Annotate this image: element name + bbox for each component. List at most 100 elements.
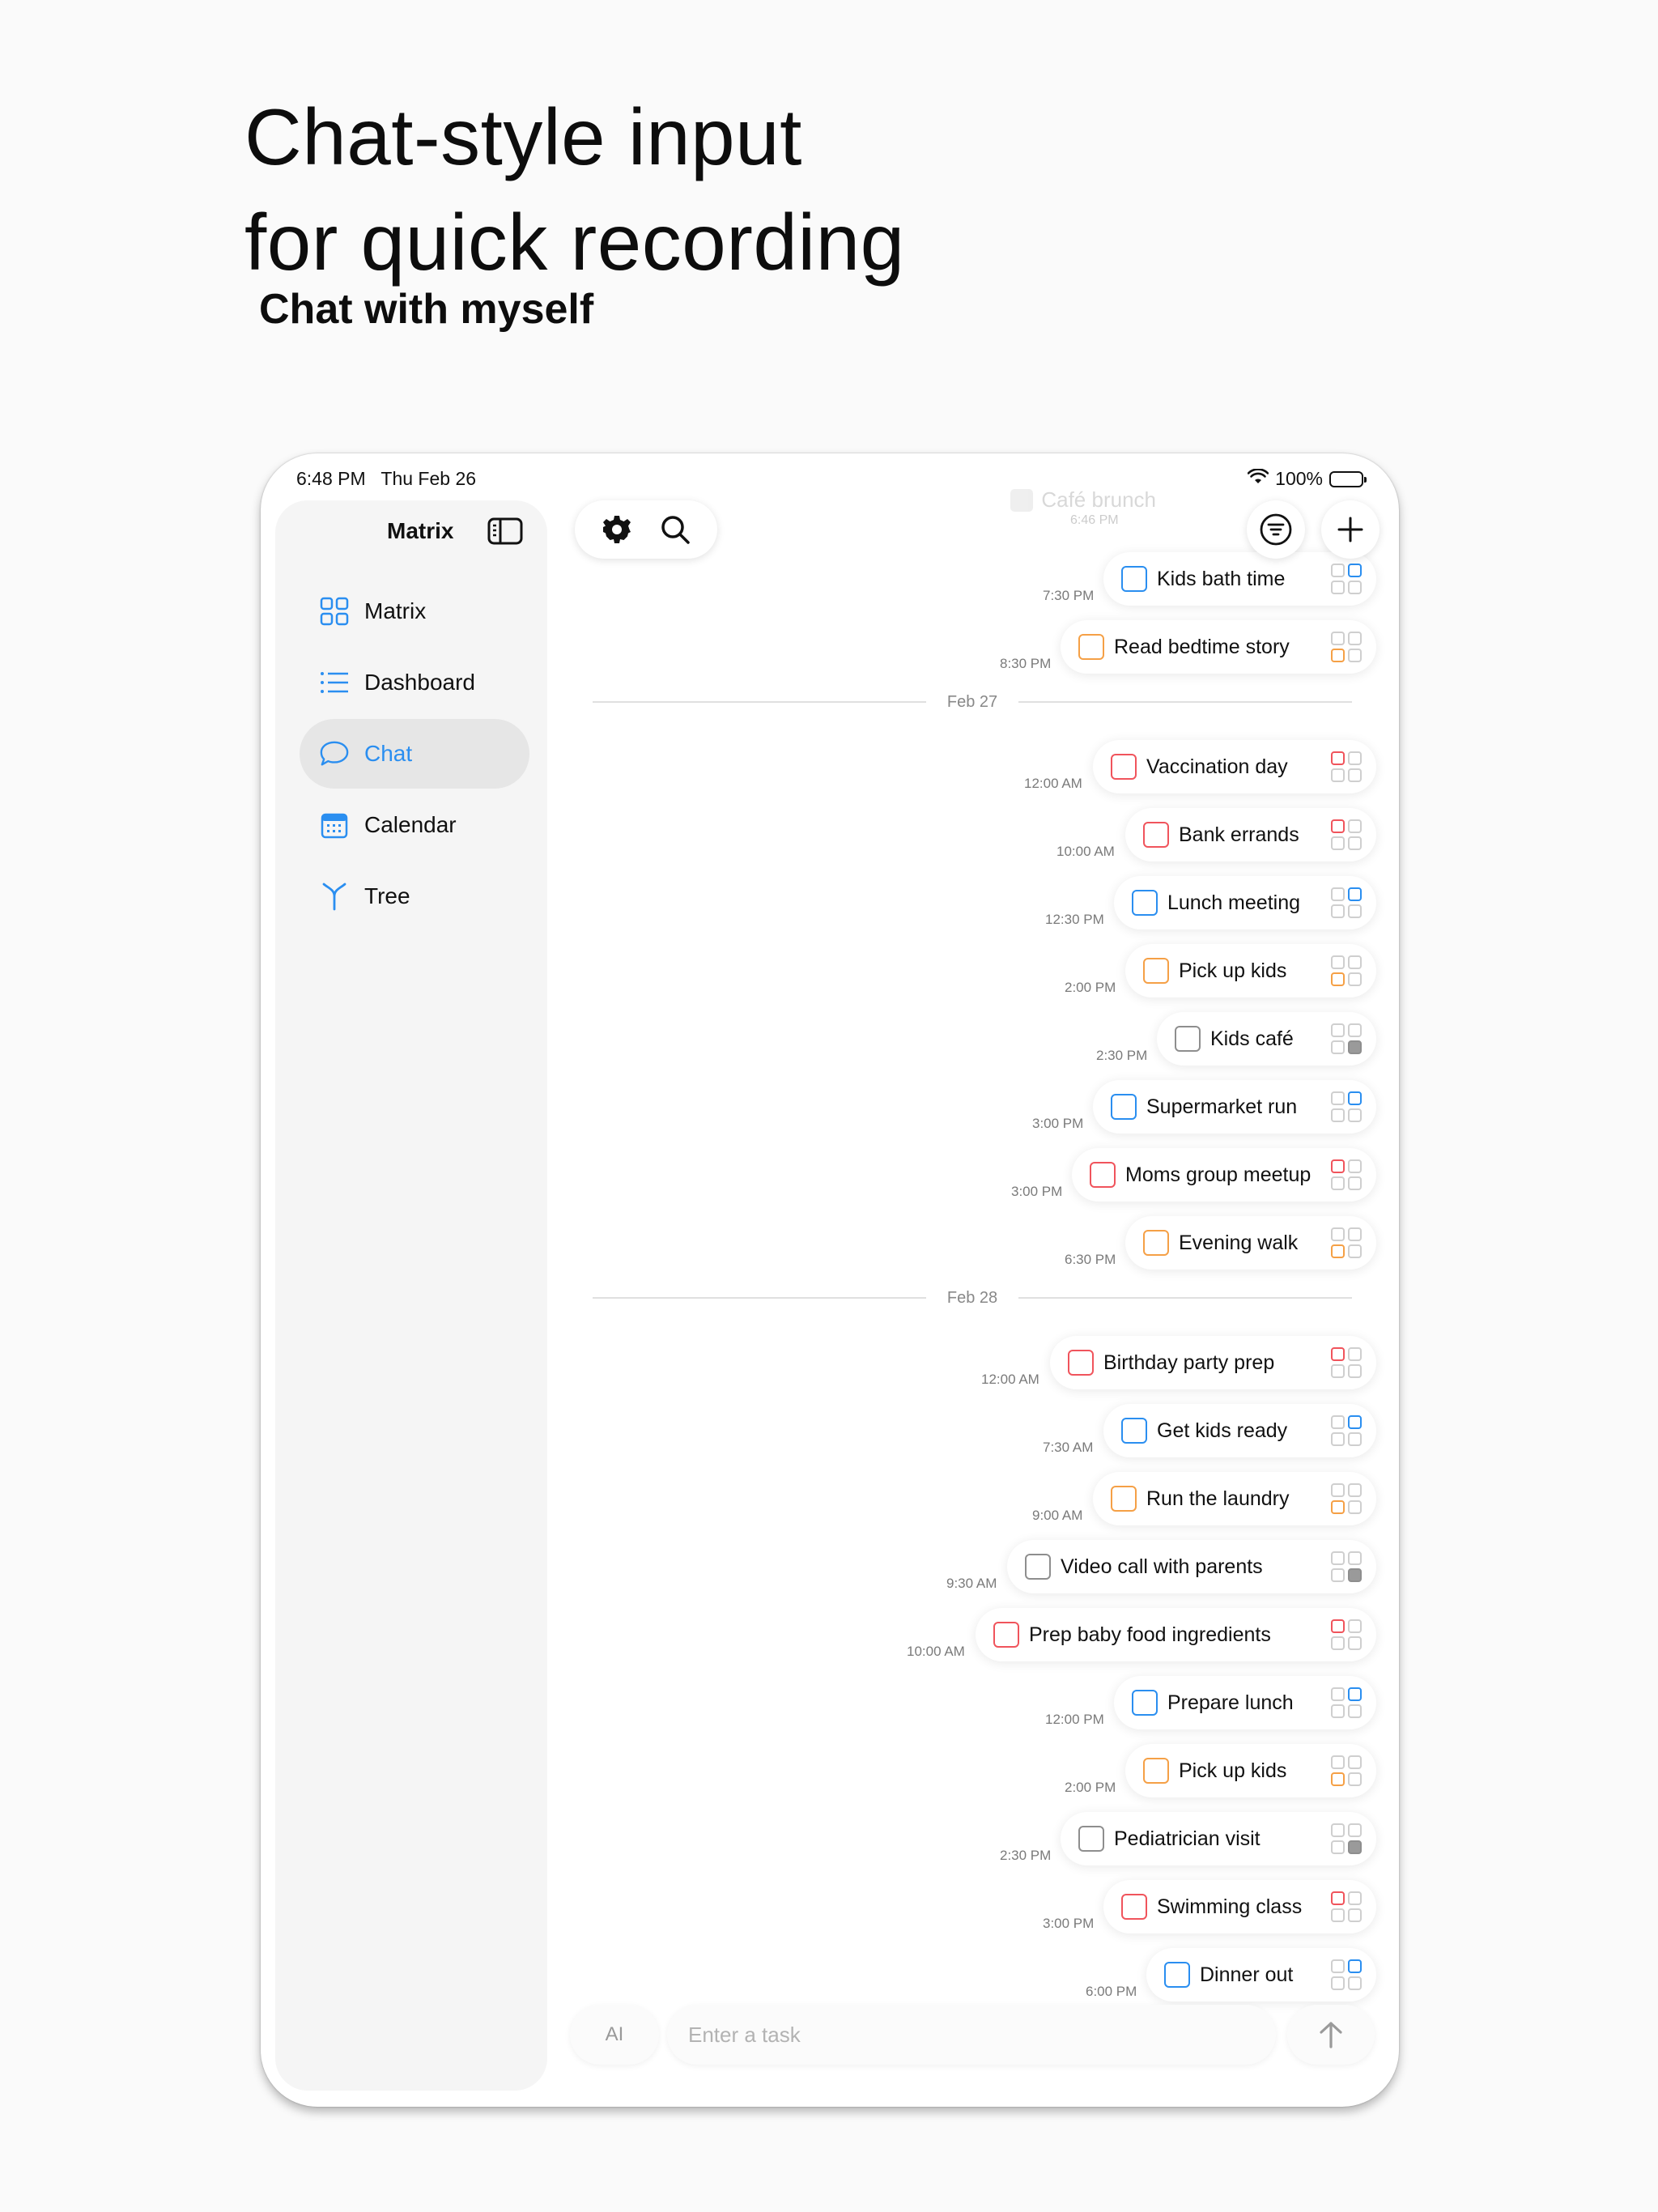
task-bubble[interactable]: Kids café	[1157, 1012, 1376, 1066]
task-checkbox[interactable]	[1164, 1962, 1190, 1988]
task-bubble[interactable]: Pick up kids	[1125, 944, 1376, 998]
task-time: 9:30 AM	[946, 1576, 997, 1591]
search-icon[interactable]	[659, 513, 691, 546]
task-time: 8:30 PM	[1000, 656, 1052, 671]
task-time: 10:00 AM	[1056, 844, 1115, 859]
quadrant-icon[interactable]	[1331, 1023, 1362, 1054]
task-bubble[interactable]: Pick up kids	[1125, 1744, 1376, 1797]
date-separator: Feb 27	[593, 690, 1353, 714]
task-text: Prep baby food ingredients	[1029, 1623, 1271, 1646]
send-button[interactable]	[1287, 2005, 1375, 2065]
task-bubble[interactable]: Evening walk	[1125, 1216, 1376, 1270]
task-text: Kids café	[1210, 1027, 1294, 1050]
filter-icon	[1259, 513, 1293, 547]
task-input[interactable]	[667, 2005, 1276, 2065]
promo-headline-line2: for quick recording	[244, 198, 905, 287]
task-bubble[interactable]: Birthday party prep	[1050, 1336, 1376, 1389]
task-time: 2:30 PM	[1000, 1848, 1052, 1863]
quadrant-icon[interactable]	[1331, 1687, 1362, 1718]
task-checkbox[interactable]	[1143, 1758, 1169, 1784]
task-checkbox[interactable]	[1143, 1230, 1169, 1256]
task-text: Prepare lunch	[1167, 1691, 1294, 1714]
quadrant-icon[interactable]	[1331, 1959, 1362, 1990]
task-checkbox[interactable]	[1132, 1690, 1158, 1716]
quadrant-icon[interactable]	[1331, 1891, 1362, 1922]
chat-timeline: Café brunch 6:46 PM Kids bath time 7:30 P…	[261, 453, 1399, 2107]
quadrant-icon[interactable]	[1331, 564, 1362, 594]
task-time: 9:00 AM	[1032, 1508, 1083, 1523]
task-bubble[interactable]: Lunch meeting	[1114, 876, 1376, 929]
quadrant-icon[interactable]	[1331, 632, 1362, 662]
promo-subline: Chat with myself	[259, 286, 594, 333]
quadrant-icon[interactable]	[1331, 819, 1362, 850]
task-bubble[interactable]: Pediatrician visit	[1061, 1812, 1376, 1865]
add-task-button[interactable]	[1321, 500, 1380, 559]
task-checkbox[interactable]	[1090, 1162, 1116, 1188]
task-checkbox[interactable]	[1143, 958, 1169, 984]
task-bubble[interactable]: Supermarket run	[1093, 1080, 1376, 1134]
quadrant-icon[interactable]	[1331, 751, 1362, 782]
task-bubble[interactable]: Run the laundry	[1093, 1472, 1376, 1525]
quadrant-icon[interactable]	[1331, 1091, 1362, 1122]
ghost-task-time: 6:46 PM	[1070, 513, 1119, 527]
tablet-frame: 6:48 PM Thu Feb 26 100% Matrix Matrix Da…	[261, 453, 1399, 2107]
quadrant-icon[interactable]	[1331, 1415, 1362, 1446]
gear-icon[interactable]	[601, 513, 633, 546]
task-checkbox[interactable]	[1121, 1894, 1147, 1920]
task-bubble[interactable]: Video call with parents	[1007, 1540, 1376, 1593]
task-bubble[interactable]: Get kids ready	[1103, 1404, 1376, 1457]
task-checkbox[interactable]	[1025, 1554, 1051, 1580]
task-text: Bank errands	[1179, 823, 1299, 846]
quadrant-icon[interactable]	[1331, 1483, 1362, 1514]
quadrant-icon[interactable]	[1331, 1227, 1362, 1258]
task-checkbox[interactable]	[1078, 1826, 1104, 1852]
quadrant-icon[interactable]	[1331, 887, 1362, 918]
task-checkbox[interactable]	[1132, 890, 1158, 916]
task-bubble[interactable]: Swimming class	[1103, 1880, 1376, 1933]
task-text: Kids bath time	[1157, 567, 1286, 590]
scrolled-task-ghost: Café brunch	[1010, 487, 1156, 513]
task-bubble[interactable]: Read bedtime story	[1061, 620, 1376, 674]
task-text: Pick up kids	[1179, 1759, 1287, 1782]
task-text: Pick up kids	[1179, 959, 1287, 982]
quadrant-icon[interactable]	[1331, 1755, 1362, 1786]
ghost-task-text: Café brunch	[1041, 487, 1156, 512]
task-bubble[interactable]: Prep baby food ingredients	[976, 1608, 1376, 1661]
promo-headline: Chat-style input for quick recording	[244, 84, 905, 295]
task-time: 2:00 PM	[1065, 1780, 1116, 1795]
task-time: 7:30 AM	[1043, 1440, 1094, 1455]
task-bubble[interactable]: Vaccination day	[1093, 740, 1376, 793]
plus-icon	[1336, 515, 1365, 544]
task-bubble[interactable]: Bank errands	[1125, 808, 1376, 861]
task-checkbox[interactable]	[1078, 634, 1104, 660]
task-time: 3:00 PM	[1032, 1116, 1084, 1131]
task-time: 2:00 PM	[1065, 980, 1116, 995]
task-bubble[interactable]: Dinner out	[1146, 1948, 1376, 2001]
quadrant-icon[interactable]	[1331, 1159, 1362, 1190]
quadrant-icon[interactable]	[1331, 1823, 1362, 1854]
task-text: Lunch meeting	[1167, 891, 1301, 914]
quadrant-icon[interactable]	[1331, 1347, 1362, 1378]
task-bubble[interactable]: Kids bath time	[1103, 552, 1376, 606]
task-text: Dinner out	[1200, 1963, 1294, 1986]
filter-button[interactable]	[1247, 500, 1305, 559]
task-checkbox[interactable]	[1111, 1486, 1137, 1512]
ai-button[interactable]: AI	[570, 2005, 659, 2065]
task-checkbox[interactable]	[1121, 566, 1147, 592]
task-bubble[interactable]: Prepare lunch	[1114, 1676, 1376, 1729]
date-separator-label: Feb 27	[946, 692, 998, 711]
task-bubble[interactable]: Moms group meetup	[1072, 1148, 1376, 1202]
task-checkbox[interactable]	[1175, 1026, 1201, 1052]
task-checkbox[interactable]	[1068, 1350, 1094, 1376]
task-checkbox[interactable]	[1121, 1418, 1147, 1444]
task-checkbox[interactable]	[1111, 754, 1137, 780]
quadrant-icon[interactable]	[1331, 955, 1362, 986]
task-text: Video call with parents	[1061, 1555, 1263, 1578]
quadrant-icon[interactable]	[1331, 1551, 1362, 1582]
task-checkbox[interactable]	[1111, 1094, 1137, 1120]
task-checkbox[interactable]	[993, 1622, 1019, 1648]
task-time: 7:30 PM	[1043, 588, 1095, 603]
task-checkbox[interactable]	[1143, 822, 1169, 848]
input-bar: AI	[261, 1998, 1399, 2071]
quadrant-icon[interactable]	[1331, 1619, 1362, 1650]
